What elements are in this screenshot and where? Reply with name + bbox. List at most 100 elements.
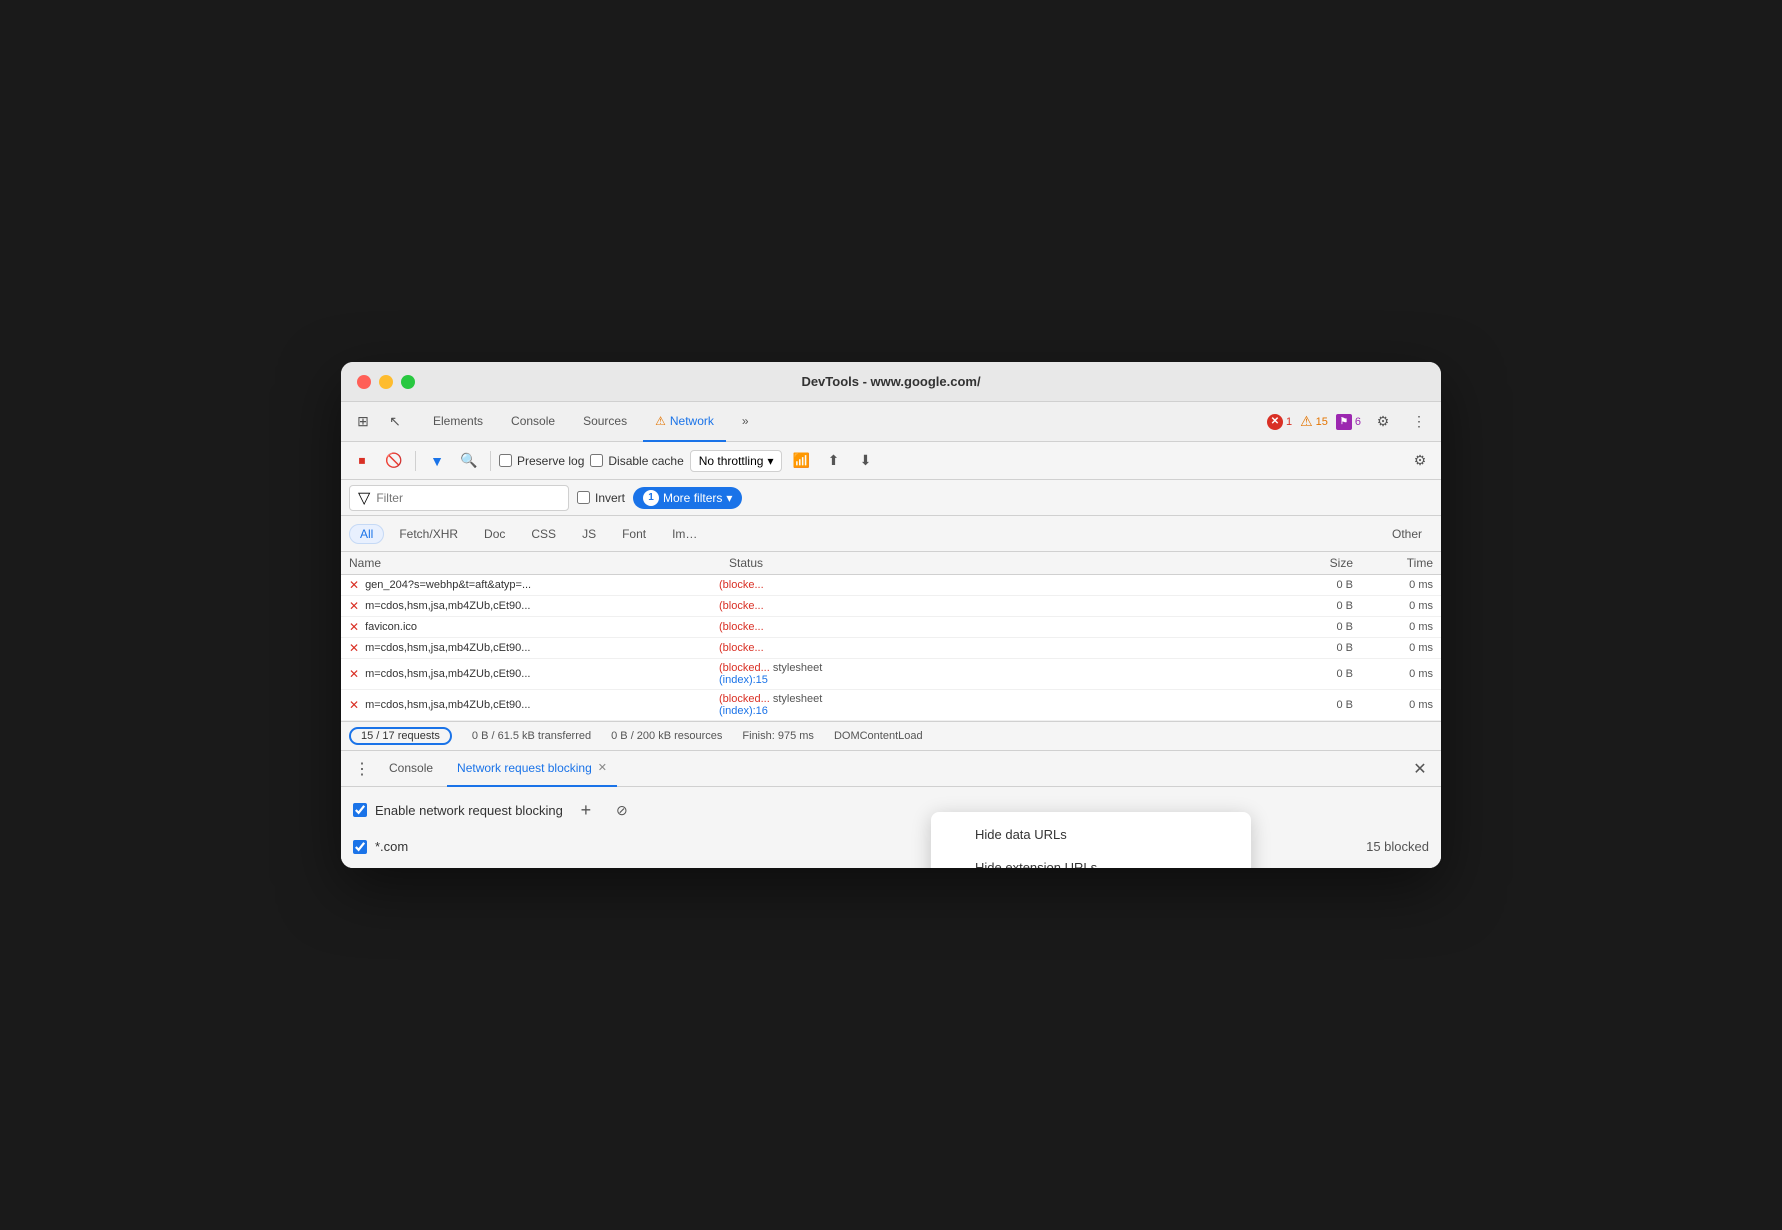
wifi-icon[interactable]: 📶	[788, 448, 814, 474]
filter-img[interactable]: Im…	[661, 524, 708, 544]
add-rule-button[interactable]: +	[573, 797, 599, 823]
table-row[interactable]: ✕ m=cdos,hsm,jsa,mb4ZUb,cEt90... (blocke…	[341, 690, 1441, 721]
device-toolbar-icon[interactable]: ⊞	[349, 408, 377, 436]
filter-doc[interactable]: Doc	[473, 524, 516, 544]
preserve-log-input[interactable]	[499, 454, 512, 467]
network-settings-icon[interactable]: ⚙	[1407, 448, 1433, 474]
table-container: Name Status Size Time ✕ gen_204?s=webhp&…	[341, 552, 1441, 721]
bottom-tab-network-blocking[interactable]: Network request blocking ✕	[447, 751, 617, 787]
row-name-4: ✕ m=cdos,hsm,jsa,mb4ZUb,cEt90...	[349, 641, 719, 655]
purple-badge: ⚑ 6	[1336, 414, 1361, 430]
enable-blocking-label[interactable]: Enable network request blocking	[353, 803, 563, 818]
throttling-select[interactable]: No throttling ▾	[690, 450, 783, 472]
filter-js[interactable]: JS	[571, 524, 607, 544]
traffic-lights	[357, 375, 415, 389]
row-size-2: 0 B	[1273, 600, 1353, 612]
disable-cache-checkbox[interactable]: Disable cache	[590, 454, 683, 468]
status-bar: 15 / 17 requests 0 B / 61.5 kB transferr…	[341, 721, 1441, 751]
row-name-2: ✕ m=cdos,hsm,jsa,mb4ZUb,cEt90...	[349, 599, 719, 613]
close-button[interactable]	[357, 375, 371, 389]
clear-log-button[interactable]: 🚫	[381, 448, 407, 474]
error-badge: ✕ 1	[1267, 414, 1292, 430]
purple-icon: ⚑	[1336, 414, 1352, 430]
table-body: ✕ gen_204?s=webhp&t=aft&atyp=... (blocke…	[341, 575, 1441, 721]
tab-console[interactable]: Console	[499, 402, 567, 442]
bottom-menu-button[interactable]: ⋮	[349, 756, 375, 782]
tab-more[interactable]: »	[730, 402, 761, 442]
dropdown-hide-data-urls[interactable]: Hide data URLs	[931, 818, 1251, 851]
filter-all[interactable]: All	[349, 524, 384, 544]
row-time-5: 0 ms	[1353, 668, 1433, 680]
filter-other[interactable]: Other	[1381, 524, 1433, 544]
dom-content-load: DOMContentLoad	[834, 730, 923, 742]
maximize-button[interactable]	[401, 375, 415, 389]
row-status-4: (blocke...	[719, 642, 859, 654]
filter-bar: ▽ Invert 1 More filters ▾	[341, 480, 1441, 516]
filter-fetch-xhr[interactable]: Fetch/XHR	[388, 524, 469, 544]
bottom-tab-console[interactable]: Console	[379, 751, 443, 787]
more-filters-button[interactable]: 1 More filters ▾	[633, 487, 742, 509]
table-row[interactable]: ✕ m=cdos,hsm,jsa,mb4ZUb,cEt90... (blocke…	[341, 659, 1441, 690]
row-size-4: 0 B	[1273, 642, 1353, 654]
upload-icon[interactable]: ⬆	[820, 448, 846, 474]
header-status: Status	[729, 556, 869, 570]
devtools-window: DevTools - www.google.com/ ⊞ ↖ Elements …	[341, 362, 1441, 868]
table-row[interactable]: ✕ m=cdos,hsm,jsa,mb4ZUb,cEt90... (blocke…	[341, 638, 1441, 659]
error-row-icon: ✕	[349, 620, 359, 634]
search-icon[interactable]: 🔍	[456, 448, 482, 474]
minimize-button[interactable]	[379, 375, 393, 389]
row-name-3: ✕ favicon.ico	[349, 620, 719, 634]
dropdown-arrow-icon: ▾	[726, 491, 732, 505]
invert-checkbox[interactable]: Invert	[577, 491, 625, 505]
more-filters-dropdown: Hide data URLs Hide extension URLs Block…	[931, 812, 1251, 868]
error-row-icon: ✕	[349, 578, 359, 592]
filter-font[interactable]: Font	[611, 524, 657, 544]
download-icon[interactable]: ⬇	[852, 448, 878, 474]
row-size-1: 0 B	[1273, 579, 1353, 591]
separator-1	[415, 451, 416, 471]
separator-2	[490, 451, 491, 471]
filter-input-container[interactable]: ▽	[349, 485, 569, 511]
transferred-size: 0 B / 61.5 kB transferred	[472, 730, 591, 742]
bottom-tab-bar: ⋮ Console Network request blocking ✕ ✕	[341, 751, 1441, 787]
clear-rules-button[interactable]: ⊘	[609, 797, 635, 823]
preserve-log-checkbox[interactable]: Preserve log	[499, 454, 584, 468]
table-row[interactable]: ✕ m=cdos,hsm,jsa,mb4ZUb,cEt90... (blocke…	[341, 596, 1441, 617]
inspect-icon[interactable]: ↖	[381, 408, 409, 436]
blocking-header: Enable network request blocking + ⊘	[353, 797, 1429, 823]
error-icon: ✕	[1267, 414, 1283, 430]
filter-active-icon[interactable]: ▼	[424, 448, 450, 474]
enable-blocking-checkbox[interactable]	[353, 803, 367, 817]
devtools-icons: ⊞ ↖	[349, 408, 409, 436]
filter-icon: ▽	[358, 488, 370, 508]
request-count: 15 / 17 requests	[349, 727, 452, 745]
row-status-5: (blocked... stylesheet (index):15	[719, 662, 859, 686]
tab-close-icon[interactable]: ✕	[598, 761, 607, 774]
error-row-icon: ✕	[349, 698, 359, 712]
network-blocking-panel: Enable network request blocking + ⊘ *.co…	[341, 787, 1441, 868]
tab-network[interactable]: ⚠ Network	[643, 402, 726, 442]
row-name-6: ✕ m=cdos,hsm,jsa,mb4ZUb,cEt90...	[349, 698, 719, 712]
rule-checkbox[interactable]	[353, 840, 367, 854]
title-bar: DevTools - www.google.com/	[341, 362, 1441, 402]
tab-elements[interactable]: Elements	[421, 402, 495, 442]
table-row[interactable]: ✕ gen_204?s=webhp&t=aft&atyp=... (blocke…	[341, 575, 1441, 596]
dropdown-hide-extension-urls[interactable]: Hide extension URLs	[931, 851, 1251, 868]
tab-sources[interactable]: Sources	[571, 402, 639, 442]
invert-input[interactable]	[577, 491, 590, 504]
filter-css[interactable]: CSS	[520, 524, 567, 544]
close-all-panels-button[interactable]: ✕	[1407, 756, 1433, 782]
row-status-3: (blocke...	[719, 621, 859, 633]
settings-icon[interactable]: ⚙	[1369, 408, 1397, 436]
window-title: DevTools - www.google.com/	[801, 374, 980, 389]
blocking-rule-item: *.com 15 blocked	[353, 835, 1429, 858]
row-time-2: 0 ms	[1353, 600, 1433, 612]
filter-input[interactable]	[376, 491, 560, 505]
active-filter-count: 1	[643, 490, 659, 506]
more-options-icon[interactable]: ⋮	[1405, 408, 1433, 436]
type-filters-bar: All Fetch/XHR Doc CSS JS Font Im… Other	[341, 516, 1441, 552]
disable-cache-input[interactable]	[590, 454, 603, 467]
table-row[interactable]: ✕ favicon.ico (blocke... 0 B 0 ms	[341, 617, 1441, 638]
stop-recording-button[interactable]: ⏹	[349, 448, 375, 474]
header-size: Size	[1273, 556, 1353, 570]
